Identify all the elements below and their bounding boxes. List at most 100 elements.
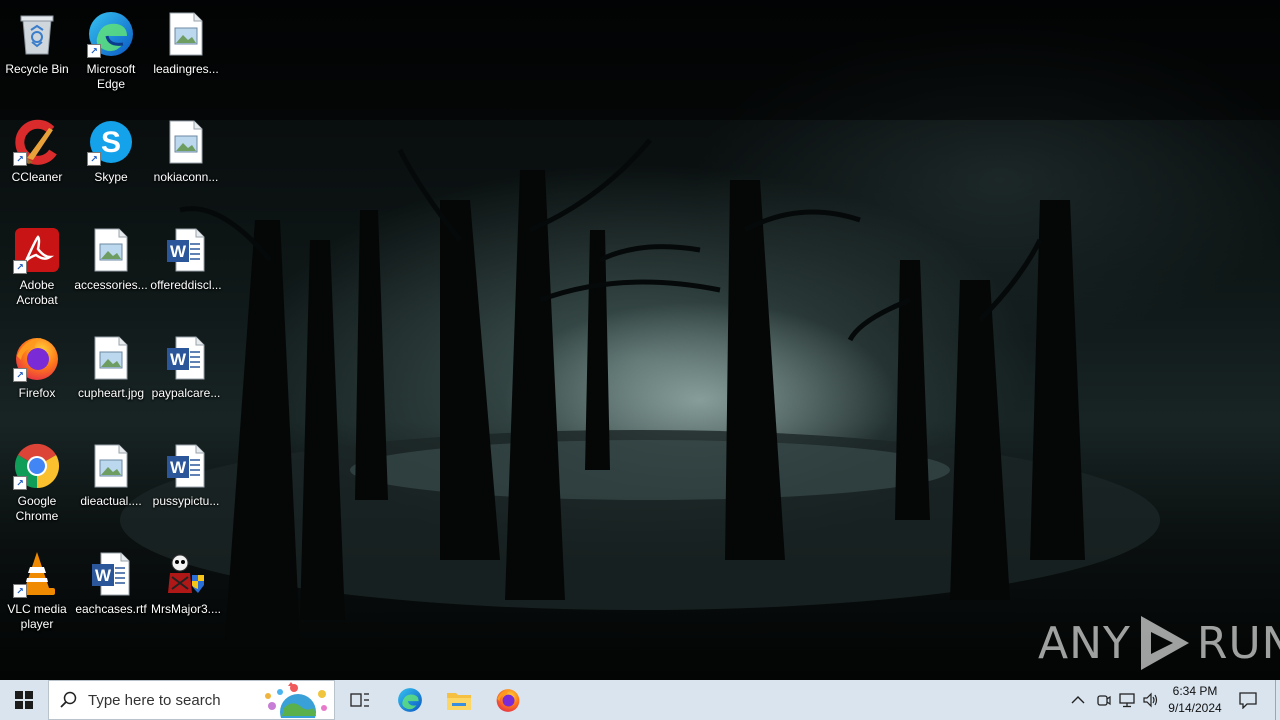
desktop-icon-offereddiscl[interactable]: W offereddiscl... (149, 220, 223, 316)
desktop-icon-label: VLC media player (7, 602, 67, 631)
desktop-icon-label: offereddiscl... (150, 278, 222, 292)
anyrun-watermark: ANY RUN (1038, 612, 1280, 674)
network-icon (1119, 693, 1135, 708)
image-file-icon (162, 10, 210, 58)
desktop-icon-label: Skype (94, 170, 128, 184)
word-doc-icon: W (162, 226, 210, 274)
notification-icon (1239, 692, 1257, 709)
desktop-icon-label: MrsMajor3.... (150, 602, 221, 616)
desktop: Recycle Bin ↗ Microsoft Edge leadingres.… (0, 0, 1280, 680)
meet-now-icon (1097, 695, 1111, 706)
image-file-icon (162, 118, 210, 166)
image-file-icon (87, 226, 135, 274)
shortcut-arrow-icon: ↗ (87, 44, 101, 58)
desktop-icon-label: Adobe Acrobat (16, 278, 58, 307)
tray-network[interactable] (1117, 690, 1137, 710)
taskbar-clock[interactable]: 6:34 PM 9/14/2024 (1164, 683, 1226, 717)
firefox-icon: ↗ (13, 334, 61, 382)
desktop-icon-ccleaner[interactable]: ↗ CCleaner (0, 112, 74, 208)
ccleaner-icon: ↗ (13, 118, 61, 166)
windows-logo-icon (15, 691, 33, 709)
search-placeholder: Type here to search (88, 692, 221, 709)
tray-volume[interactable] (1141, 690, 1161, 710)
svg-text:W: W (170, 242, 187, 261)
desktop-icon-label: dieactual.... (80, 494, 142, 508)
mrsmajor-icon (162, 550, 210, 598)
skype-icon: S ↗ (87, 118, 135, 166)
desktop-icon-vlc[interactable]: ↗ VLC media player (0, 544, 74, 640)
taskbar: Type here to search 6:34 PM 9/14/2024 (0, 680, 1280, 720)
task-view-icon (350, 693, 369, 707)
taskbar-edge-button[interactable] (386, 680, 434, 720)
desktop-icon-label: CCleaner (11, 170, 63, 184)
taskbar-file-explorer-button[interactable] (435, 680, 483, 720)
clock-time: 6:34 PM (1172, 684, 1218, 698)
taskbar-firefox-button[interactable] (484, 680, 532, 720)
tray-meet-now[interactable] (1093, 690, 1113, 710)
file-explorer-icon (447, 693, 471, 710)
shortcut-arrow-icon: ↗ (13, 476, 27, 490)
task-view-button[interactable] (336, 680, 384, 720)
desktop-icon-label: paypalcare... (151, 386, 221, 400)
desktop-icon-label: Recycle Bin (5, 62, 69, 76)
svg-text:W: W (170, 458, 187, 477)
desktop-icon-label: accessories... (74, 278, 148, 292)
desktop-icon-dieactual[interactable]: dieactual.... (74, 436, 148, 532)
watermark-text-left: ANY (1038, 617, 1131, 669)
desktop-icon-google-chrome[interactable]: ↗ Google Chrome (0, 436, 74, 532)
firefox-icon (496, 689, 520, 712)
word-doc-icon: W (162, 334, 210, 382)
search-highlight-illustration (265, 682, 327, 718)
desktop-icon-label: eachcases.rtf (75, 602, 147, 616)
clock-date: 9/14/2024 (1168, 701, 1222, 715)
desktop-icon-label: cupheart.jpg (77, 386, 145, 400)
desktop-icon-label: nokiaconn... (153, 170, 219, 184)
action-center-button[interactable] (1234, 680, 1262, 720)
word-doc-icon: W (87, 550, 135, 598)
acrobat-icon: ↗ (13, 226, 61, 274)
watermark-text-right: RUN (1196, 617, 1280, 669)
shortcut-arrow-icon: ↗ (13, 368, 27, 382)
edge-icon (398, 688, 422, 712)
svg-text:W: W (95, 566, 112, 585)
desktop-icon-accessories[interactable]: accessories... (74, 220, 148, 316)
desktop-icon-recycle-bin[interactable]: Recycle Bin (0, 4, 74, 100)
desktop-icon-label: pussypictu... (152, 494, 220, 508)
shortcut-arrow-icon: ↗ (13, 260, 27, 274)
image-file-icon (87, 334, 135, 382)
svg-text:W: W (170, 350, 187, 369)
start-button[interactable] (0, 680, 48, 720)
chrome-icon: ↗ (13, 442, 61, 490)
desktop-icon-label: Microsoft Edge (86, 62, 136, 91)
desktop-icon-microsoft-edge[interactable]: ↗ Microsoft Edge (74, 4, 148, 100)
shortcut-arrow-icon: ↗ (13, 584, 27, 598)
shortcut-arrow-icon: ↗ (87, 152, 101, 166)
desktop-icon-mrsmajor[interactable]: MrsMajor3.... (149, 544, 223, 640)
image-file-icon (87, 442, 135, 490)
volume-icon (1143, 692, 1158, 708)
desktop-icon-cupheart[interactable]: cupheart.jpg (74, 328, 148, 424)
desktop-icon-label: leadingres... (153, 62, 219, 76)
desktop-icon-paypalcare[interactable]: W paypalcare... (149, 328, 223, 424)
shortcut-arrow-icon: ↗ (13, 152, 27, 166)
desktop-icon-adobe-acrobat[interactable]: ↗ Adobe Acrobat (0, 220, 74, 316)
play-logo-icon (1140, 616, 1189, 670)
taskbar-search-box[interactable]: Type here to search (48, 680, 335, 720)
desktop-icon-label: Google Chrome (15, 494, 59, 523)
edge-icon: ↗ (87, 10, 135, 58)
desktop-icon-label: Firefox (18, 386, 56, 400)
desktop-icon-leadingres[interactable]: leadingres... (149, 4, 223, 100)
desktop-icon-skype[interactable]: S ↗ Skype (74, 112, 148, 208)
recycle-bin-icon (13, 10, 61, 58)
tray-overflow-button[interactable] (1068, 690, 1088, 710)
desktop-icon-pussypictu[interactable]: W pussypictu... (149, 436, 223, 532)
desktop-icon-eachcases[interactable]: W eachcases.rtf (74, 544, 148, 640)
desktop-icon-nokiaconn[interactable]: nokiaconn... (149, 112, 223, 208)
show-desktop-button[interactable] (1275, 680, 1280, 720)
chevron-up-icon (1071, 696, 1085, 704)
word-doc-icon: W (162, 442, 210, 490)
svg-text:S: S (101, 126, 121, 159)
search-icon (60, 691, 77, 708)
desktop-icon-firefox[interactable]: ↗ Firefox (0, 328, 74, 424)
vlc-icon: ↗ (13, 550, 61, 598)
